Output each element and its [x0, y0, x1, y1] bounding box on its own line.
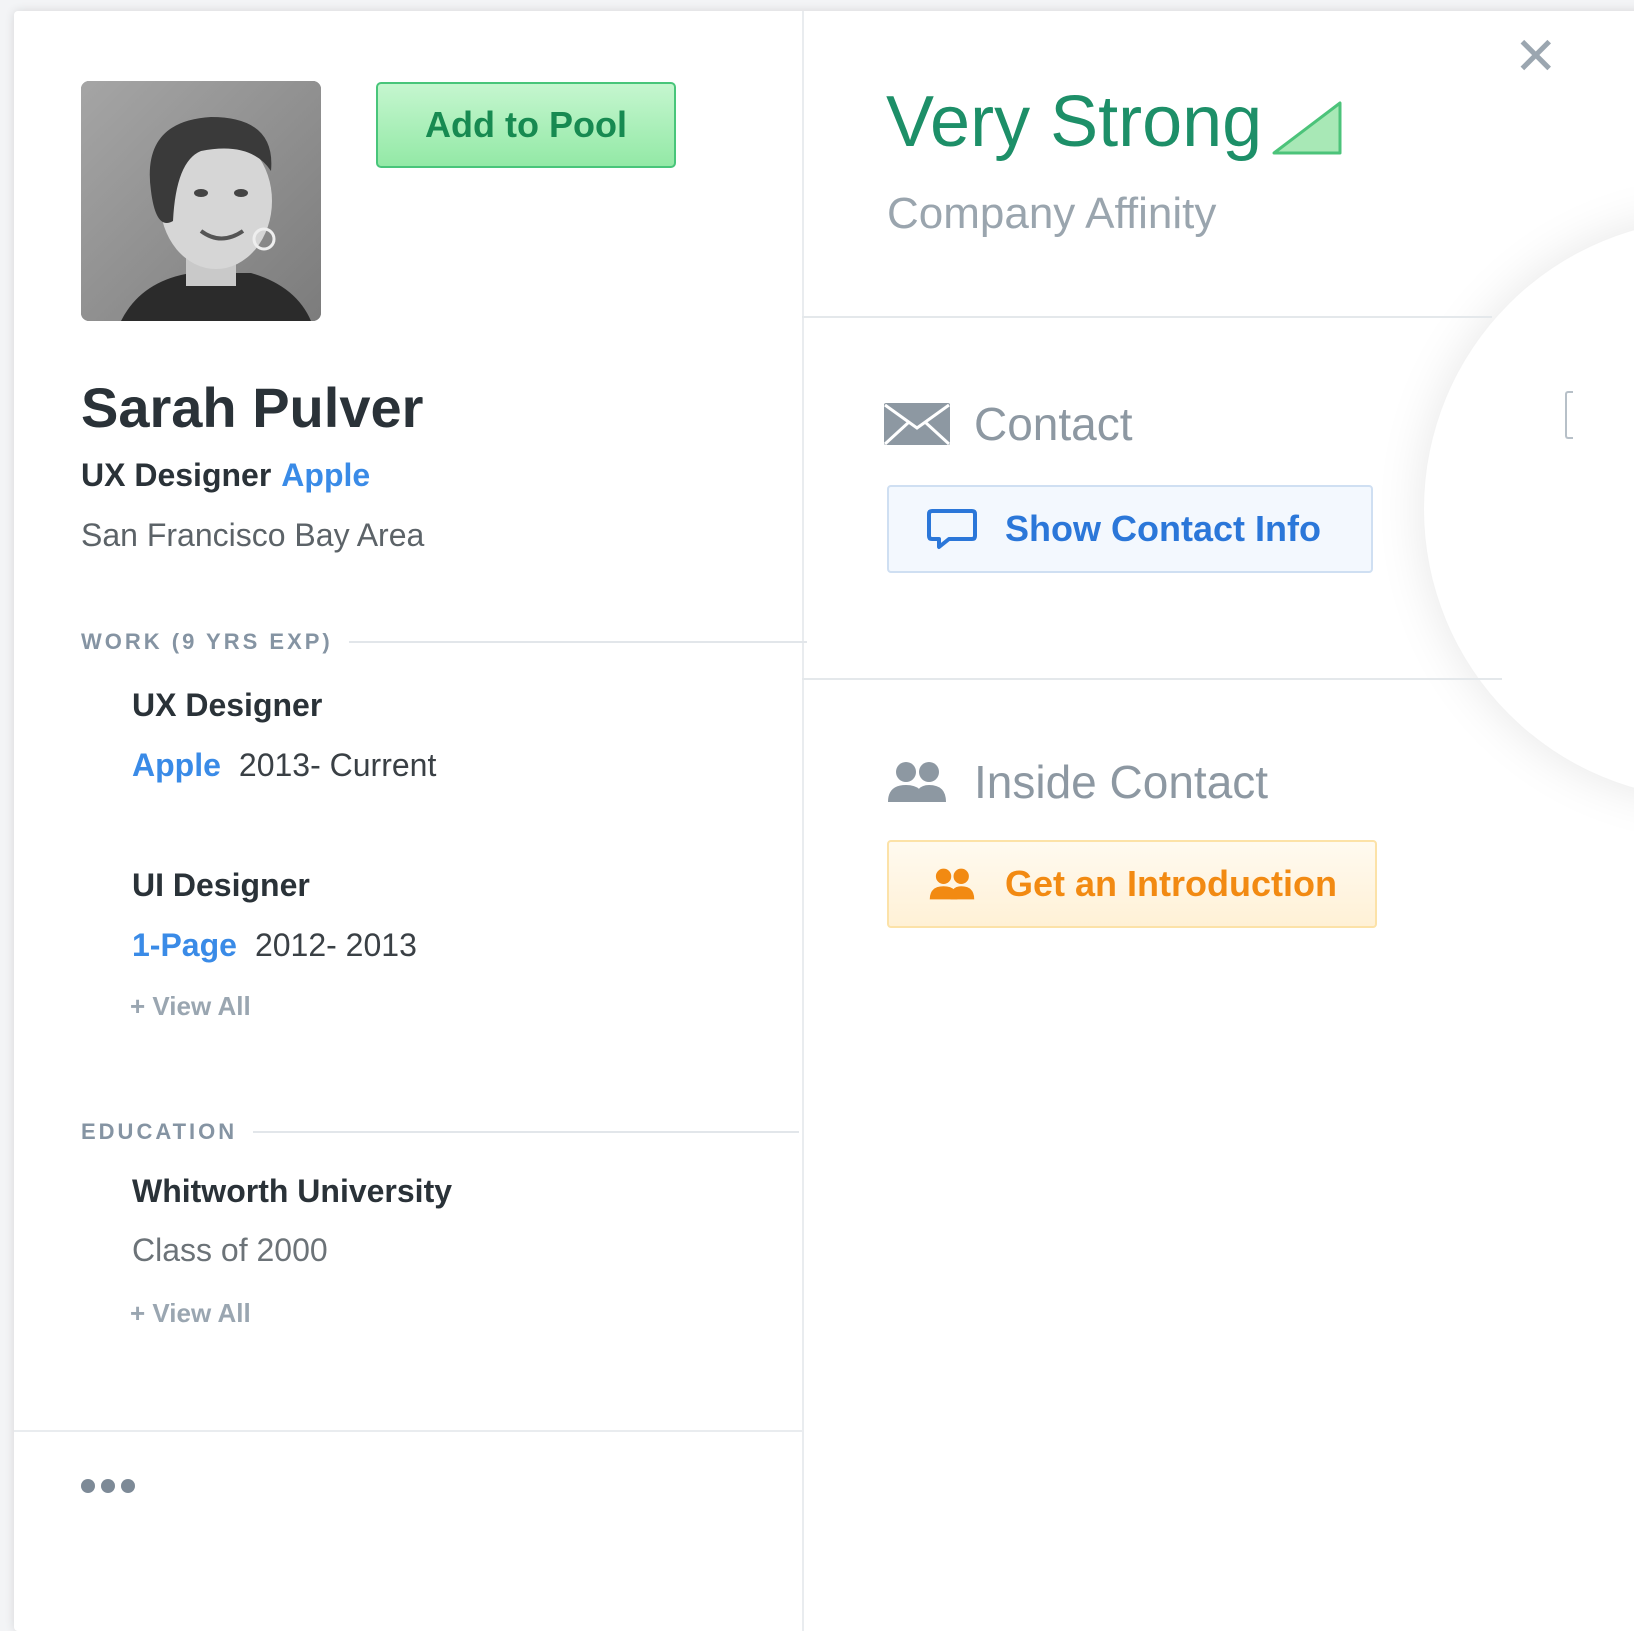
more-dots-icon[interactable]: [81, 1479, 135, 1493]
dot: [81, 1479, 95, 1493]
work-section-heading: WORK (9 YRS EXP): [81, 629, 807, 655]
work-view-all-link[interactable]: + View All: [130, 991, 251, 1022]
job-title: UX Designer: [132, 687, 323, 723]
add-to-pool-button[interactable]: Add to Pool: [376, 82, 676, 168]
job-meta: 1-Page 2012- 2013: [132, 927, 417, 964]
avatar-photo: [81, 81, 321, 321]
side-panel-bubble: [1424, 219, 1634, 799]
education-view-all-link[interactable]: + View All: [130, 1298, 251, 1329]
close-icon[interactable]: ✕: [1514, 31, 1558, 83]
show-contact-info-label: Show Contact Info: [1005, 508, 1321, 549]
job-company-link[interactable]: Apple: [132, 747, 221, 783]
section-divider: [802, 316, 1492, 318]
affinity-strength: Very Strong: [886, 81, 1342, 163]
location: San Francisco Bay Area: [81, 517, 425, 553]
show-contact-info-button[interactable]: Show Contact Info: [887, 485, 1373, 573]
current-title: UX Designer: [81, 457, 272, 493]
job-meta: Apple 2013- Current: [132, 747, 436, 784]
contact-heading-label: Contact: [974, 398, 1133, 450]
current-company-link[interactable]: Apple: [281, 457, 370, 493]
affinity-label: Company Affinity: [887, 189, 1217, 238]
class-year: Class of 2000: [132, 1232, 328, 1268]
inside-contact-heading-label: Inside Contact: [974, 756, 1269, 808]
envelope-icon: [882, 402, 952, 446]
school-name: Whitworth University: [132, 1173, 453, 1209]
people-icon: [882, 761, 952, 803]
affinity-value: Very Strong: [886, 82, 1263, 162]
education-heading-label: EDUCATION: [81, 1119, 238, 1144]
signal-strength-icon: [1272, 101, 1342, 155]
profile-card: Add to Pool Sarah Pulver UX Designer Appl…: [14, 11, 1634, 1631]
bubble-edge-icon: [1565, 391, 1573, 439]
inside-contact-heading: Inside Contact: [882, 755, 1268, 809]
contact-heading: Contact: [882, 397, 1133, 451]
current-position: UX Designer Apple: [81, 457, 370, 494]
job-dates: 2013- Current: [238, 747, 437, 783]
work-heading-rule: [348, 641, 807, 643]
education-heading-rule: [253, 1131, 800, 1133]
get-introduction-button[interactable]: Get an Introduction: [887, 840, 1377, 928]
job-company-link[interactable]: 1-Page: [132, 927, 237, 963]
chat-bubble-icon: [925, 508, 979, 550]
job-title: UI Designer: [132, 867, 310, 903]
column-divider: [802, 11, 804, 1631]
people-icon: [925, 867, 979, 901]
education-section-heading: EDUCATION: [81, 1119, 800, 1145]
dot: [101, 1479, 115, 1493]
candidate-name: Sarah Pulver: [81, 376, 424, 439]
job-dates: 2012- 2013: [254, 927, 417, 963]
footer-divider: [14, 1430, 802, 1432]
get-introduction-label: Get an Introduction: [1005, 863, 1337, 904]
avatar: [81, 81, 321, 321]
section-divider: [802, 678, 1502, 680]
work-heading-label: WORK (9 YRS EXP): [81, 629, 333, 654]
dot: [121, 1479, 135, 1493]
